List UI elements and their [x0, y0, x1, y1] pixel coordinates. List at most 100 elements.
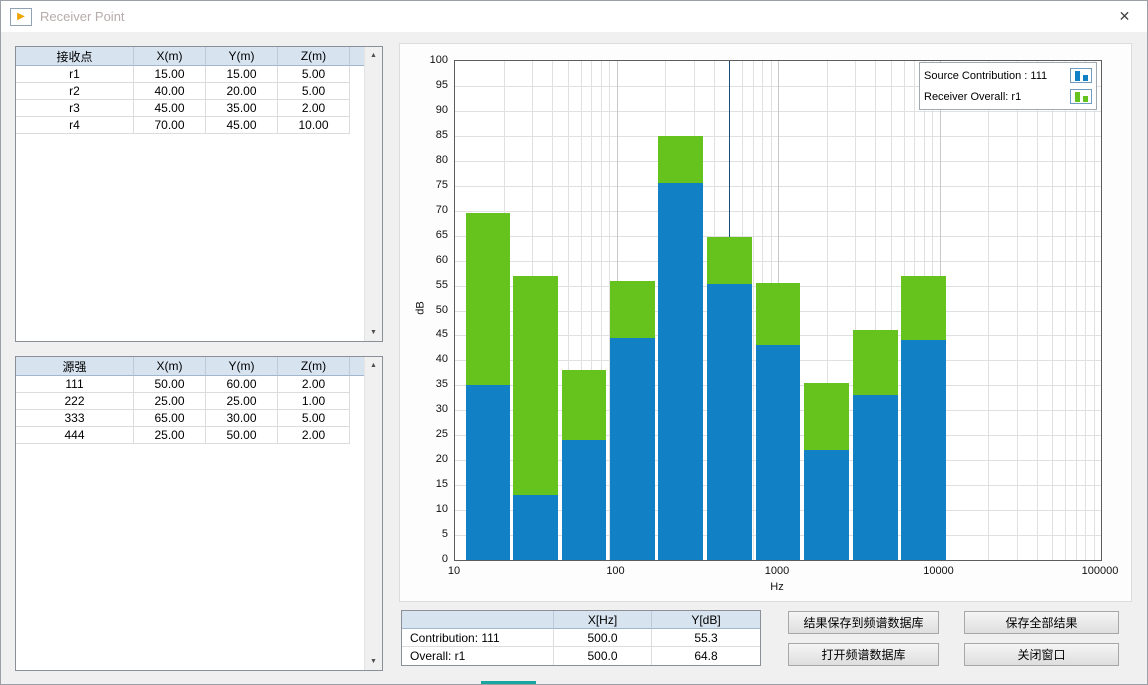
y-tick-label: 15	[410, 478, 448, 490]
table-cell: 500.0	[554, 647, 652, 665]
table-cell[interactable]: 50.00	[134, 376, 206, 393]
source-table: 源强 X(m) Y(m) Z(m) 111 50.00 60.00 2.00 2…	[16, 357, 364, 670]
receiver-table: 接收点 X(m) Y(m) Z(m) r1 15.00 15.00 5.00 r…	[16, 47, 364, 341]
y-col-header[interactable]: Y(m)	[206, 47, 278, 66]
x-tick-label: 100000	[1060, 565, 1140, 577]
table-cell[interactable]: 25.00	[134, 427, 206, 444]
table-row[interactable]: 333 65.00 30.00 5.00	[16, 410, 364, 427]
table-cell[interactable]: 333	[16, 410, 134, 427]
save-all-results-button[interactable]: 保存全部结果	[964, 611, 1119, 634]
table-row[interactable]: r3 45.00 35.00 2.00	[16, 100, 364, 117]
y-tick-label: 30	[410, 403, 448, 415]
table-cell[interactable]: 40.00	[134, 83, 206, 100]
table-cell[interactable]: 35.00	[206, 100, 278, 117]
table-cell[interactable]: 45.00	[134, 100, 206, 117]
z-col-header[interactable]: Z(m)	[278, 47, 350, 66]
table-cell[interactable]: 5.00	[278, 83, 350, 100]
table-cell[interactable]: 2.00	[278, 376, 350, 393]
table-cell[interactable]: 5.00	[278, 66, 350, 83]
gridline	[1076, 61, 1077, 560]
bar-contribution	[466, 385, 511, 560]
open-spectrum-db-button[interactable]: 打开频谱数据库	[788, 643, 939, 666]
source-table-scrollbar[interactable]: ▲ ▼	[364, 357, 382, 670]
gridline	[1052, 61, 1053, 560]
header-filler	[350, 47, 364, 66]
bar-contribution	[513, 495, 558, 560]
receiver-point-window: ▶ Receiver Point ✕ 接收点 X(m) Y(m) Z(m) r1…	[0, 0, 1148, 685]
y-tick-label: 75	[410, 179, 448, 191]
receiver-table-header-row: 接收点 X(m) Y(m) Z(m)	[16, 47, 364, 66]
result-xhz-header: X[Hz]	[554, 611, 652, 629]
table-cell[interactable]: 15.00	[134, 66, 206, 83]
gridline	[988, 61, 989, 560]
table-cell[interactable]: 111	[16, 376, 134, 393]
close-button[interactable]: ✕	[1102, 1, 1147, 32]
table-cell[interactable]: 2.00	[278, 100, 350, 117]
receiver-table-scrollbar[interactable]: ▲ ▼	[364, 47, 382, 341]
bar-contribution	[658, 183, 703, 560]
receiver-col-header[interactable]: 接收点	[16, 47, 134, 66]
legend-item[interactable]: Source Contribution : 111	[924, 65, 1092, 86]
bar-contribution	[707, 284, 752, 560]
y-tick-label: 85	[410, 129, 448, 141]
chart-legend: Source Contribution : 111 Receiver Overa…	[919, 62, 1097, 110]
table-cell[interactable]: 45.00	[206, 117, 278, 134]
plot-area[interactable]	[454, 60, 1102, 561]
scroll-down-icon[interactable]: ▼	[365, 653, 382, 670]
legend-label: Receiver Overall: r1	[924, 91, 1021, 103]
y-tick-label: 5	[410, 528, 448, 540]
y-tick-label: 50	[410, 304, 448, 316]
bar-contribution	[804, 450, 849, 560]
legend-label: Source Contribution : 111	[924, 70, 1047, 82]
table-cell[interactable]: 15.00	[206, 66, 278, 83]
scroll-up-icon[interactable]: ▲	[365, 357, 382, 374]
table-cell[interactable]: r4	[16, 117, 134, 134]
scroll-down-icon[interactable]: ▼	[365, 324, 382, 341]
table-cell[interactable]: r3	[16, 100, 134, 117]
gridline	[1017, 61, 1018, 560]
table-row[interactable]: 111 50.00 60.00 2.00	[16, 376, 364, 393]
table-cell[interactable]: 222	[16, 393, 134, 410]
table-cell[interactable]: 60.00	[206, 376, 278, 393]
table-cell[interactable]: 10.00	[278, 117, 350, 134]
y-tick-label: 95	[410, 79, 448, 91]
gridline	[1094, 61, 1095, 560]
table-row[interactable]: r4 70.00 45.00 10.00	[16, 117, 364, 134]
save-to-spectrum-db-button[interactable]: 结果保存到频谱数据库	[788, 611, 939, 634]
close-window-button[interactable]: 关闭窗口	[964, 643, 1119, 666]
bar-glyph-icon	[1070, 68, 1092, 83]
table-cell[interactable]: r2	[16, 83, 134, 100]
y-tick-label: 70	[410, 204, 448, 216]
table-row[interactable]: 444 25.00 50.00 2.00	[16, 427, 364, 444]
table-cell[interactable]: 25.00	[206, 393, 278, 410]
table-cell[interactable]: 70.00	[134, 117, 206, 134]
table-row: Contribution: 111 500.0 55.3	[402, 629, 760, 647]
table-cell[interactable]: 2.00	[278, 427, 350, 444]
table-cell[interactable]: 50.00	[206, 427, 278, 444]
table-row[interactable]: r2 40.00 20.00 5.00	[16, 83, 364, 100]
table-cell[interactable]: 444	[16, 427, 134, 444]
table-cell[interactable]: 5.00	[278, 410, 350, 427]
bar-glyph-icon	[1070, 89, 1092, 104]
y-tick-label: 80	[410, 154, 448, 166]
table-row[interactable]: 222 25.00 25.00 1.00	[16, 393, 364, 410]
table-cell: 64.8	[652, 647, 760, 665]
table-cell[interactable]: 65.00	[134, 410, 206, 427]
table-cell[interactable]: 20.00	[206, 83, 278, 100]
table-cell[interactable]: r1	[16, 66, 134, 83]
x-col-header[interactable]: X(m)	[134, 357, 206, 376]
table-row[interactable]: r1 15.00 15.00 5.00	[16, 66, 364, 83]
z-col-header[interactable]: Z(m)	[278, 357, 350, 376]
y-col-header[interactable]: Y(m)	[206, 357, 278, 376]
table-cell[interactable]: 1.00	[278, 393, 350, 410]
table-cell: Overall: r1	[402, 647, 554, 665]
result-ydb-header: Y[dB]	[652, 611, 760, 629]
legend-item[interactable]: Receiver Overall: r1	[924, 86, 1092, 107]
window-title: Receiver Point	[40, 9, 125, 24]
table-cell[interactable]: 25.00	[134, 393, 206, 410]
chart-panel: dB Hz Source Contribution : 111 Receiver…	[399, 43, 1132, 602]
table-cell[interactable]: 30.00	[206, 410, 278, 427]
scroll-up-icon[interactable]: ▲	[365, 47, 382, 64]
x-col-header[interactable]: X(m)	[134, 47, 206, 66]
source-col-header[interactable]: 源强	[16, 357, 134, 376]
